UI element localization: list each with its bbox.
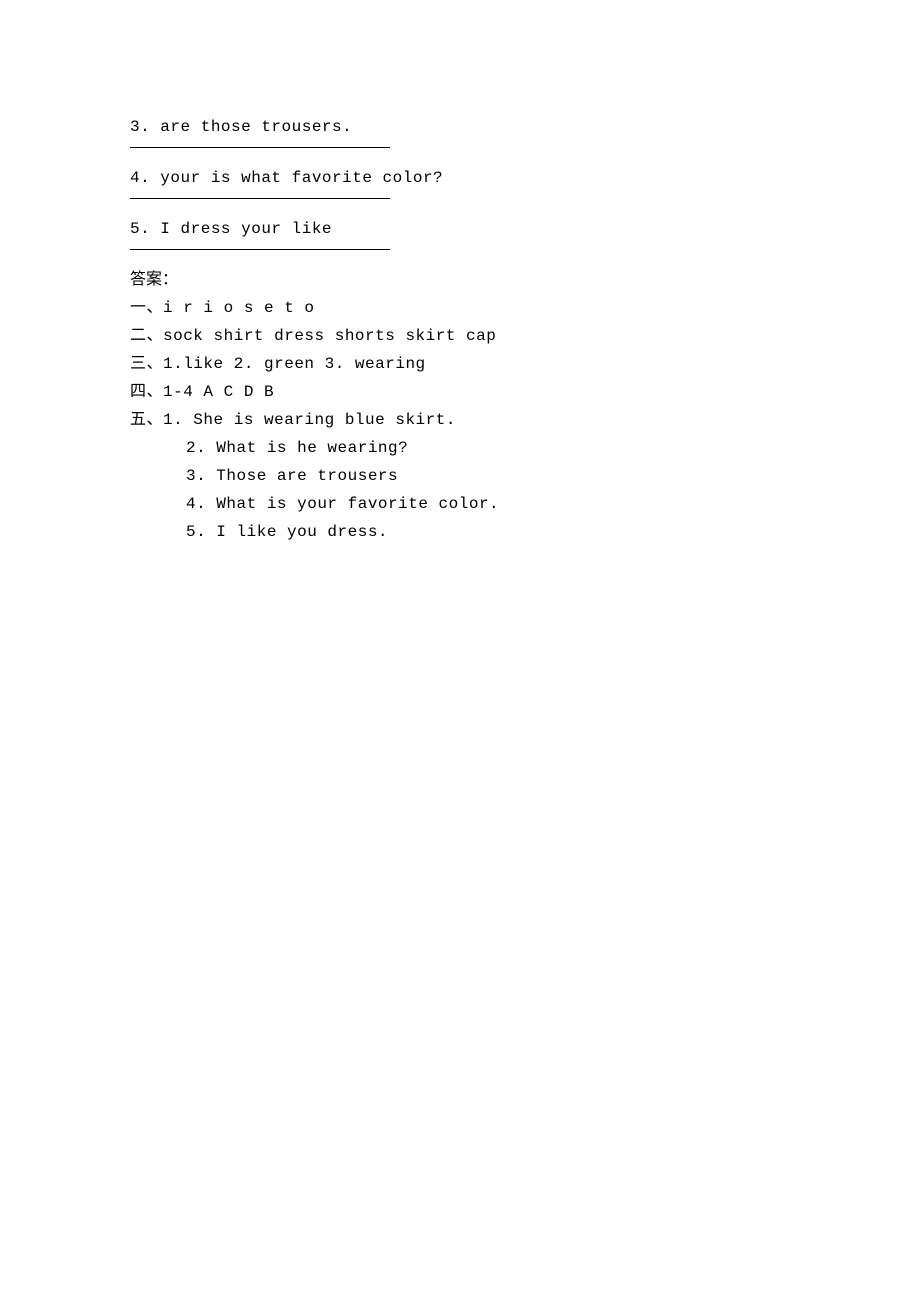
answers-header: 答案： bbox=[130, 268, 790, 292]
answer-section-5-item-5: 5. I like you dress. bbox=[130, 520, 790, 544]
answer-section-2: 二、sock shirt dress shorts skirt cap bbox=[130, 324, 790, 348]
question-4: 4. your is what favorite color? bbox=[130, 166, 790, 190]
answer-section-5-item-4: 4. What is your favorite color. bbox=[130, 492, 790, 516]
answer-section-5-item-2: 2. What is he wearing? bbox=[130, 436, 790, 460]
answer-section-1: 一、i r i o s e t o bbox=[130, 296, 790, 320]
answer-section-5-item-1: 五、1. She is wearing blue skirt. bbox=[130, 408, 790, 432]
answer-section-3: 三、1.like 2. green 3. wearing bbox=[130, 352, 790, 376]
blank-line-4 bbox=[130, 198, 390, 199]
answer-section-4: 四、1-4 A C D B bbox=[130, 380, 790, 404]
blank-line-3 bbox=[130, 147, 390, 148]
question-5: 5. I dress your like bbox=[130, 217, 790, 241]
question-3: 3. are those trousers. bbox=[130, 115, 790, 139]
blank-line-5 bbox=[130, 249, 390, 250]
answer-section-5-item-3: 3. Those are trousers bbox=[130, 464, 790, 488]
